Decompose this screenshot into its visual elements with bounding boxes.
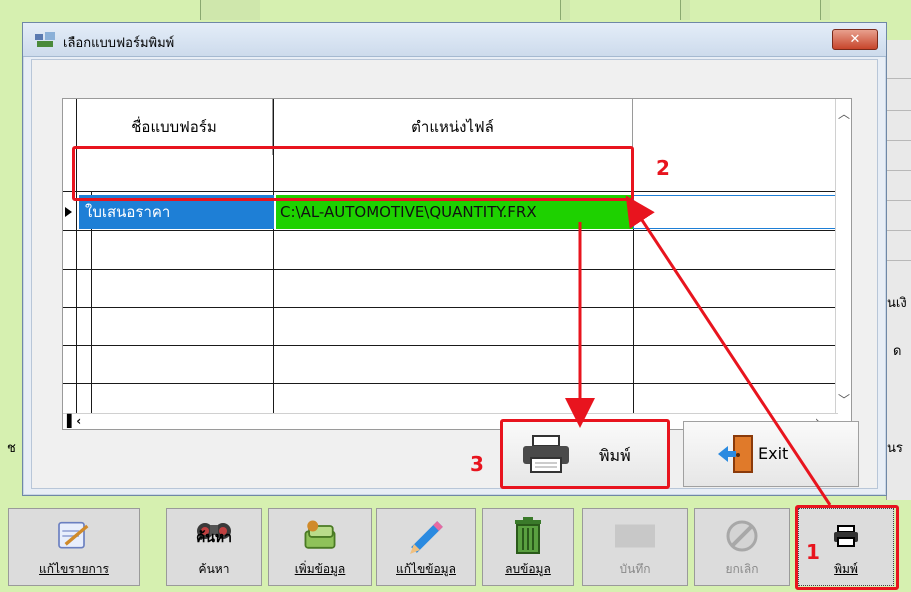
annotation-box-form-row	[72, 146, 634, 201]
annotation-step-1: 1	[806, 540, 820, 564]
annotation-step-3: 3	[470, 452, 484, 476]
annotation-arrows	[565, 195, 832, 506]
annotation-step-2: 2	[656, 156, 670, 180]
annotation-box-print-button	[500, 419, 670, 489]
